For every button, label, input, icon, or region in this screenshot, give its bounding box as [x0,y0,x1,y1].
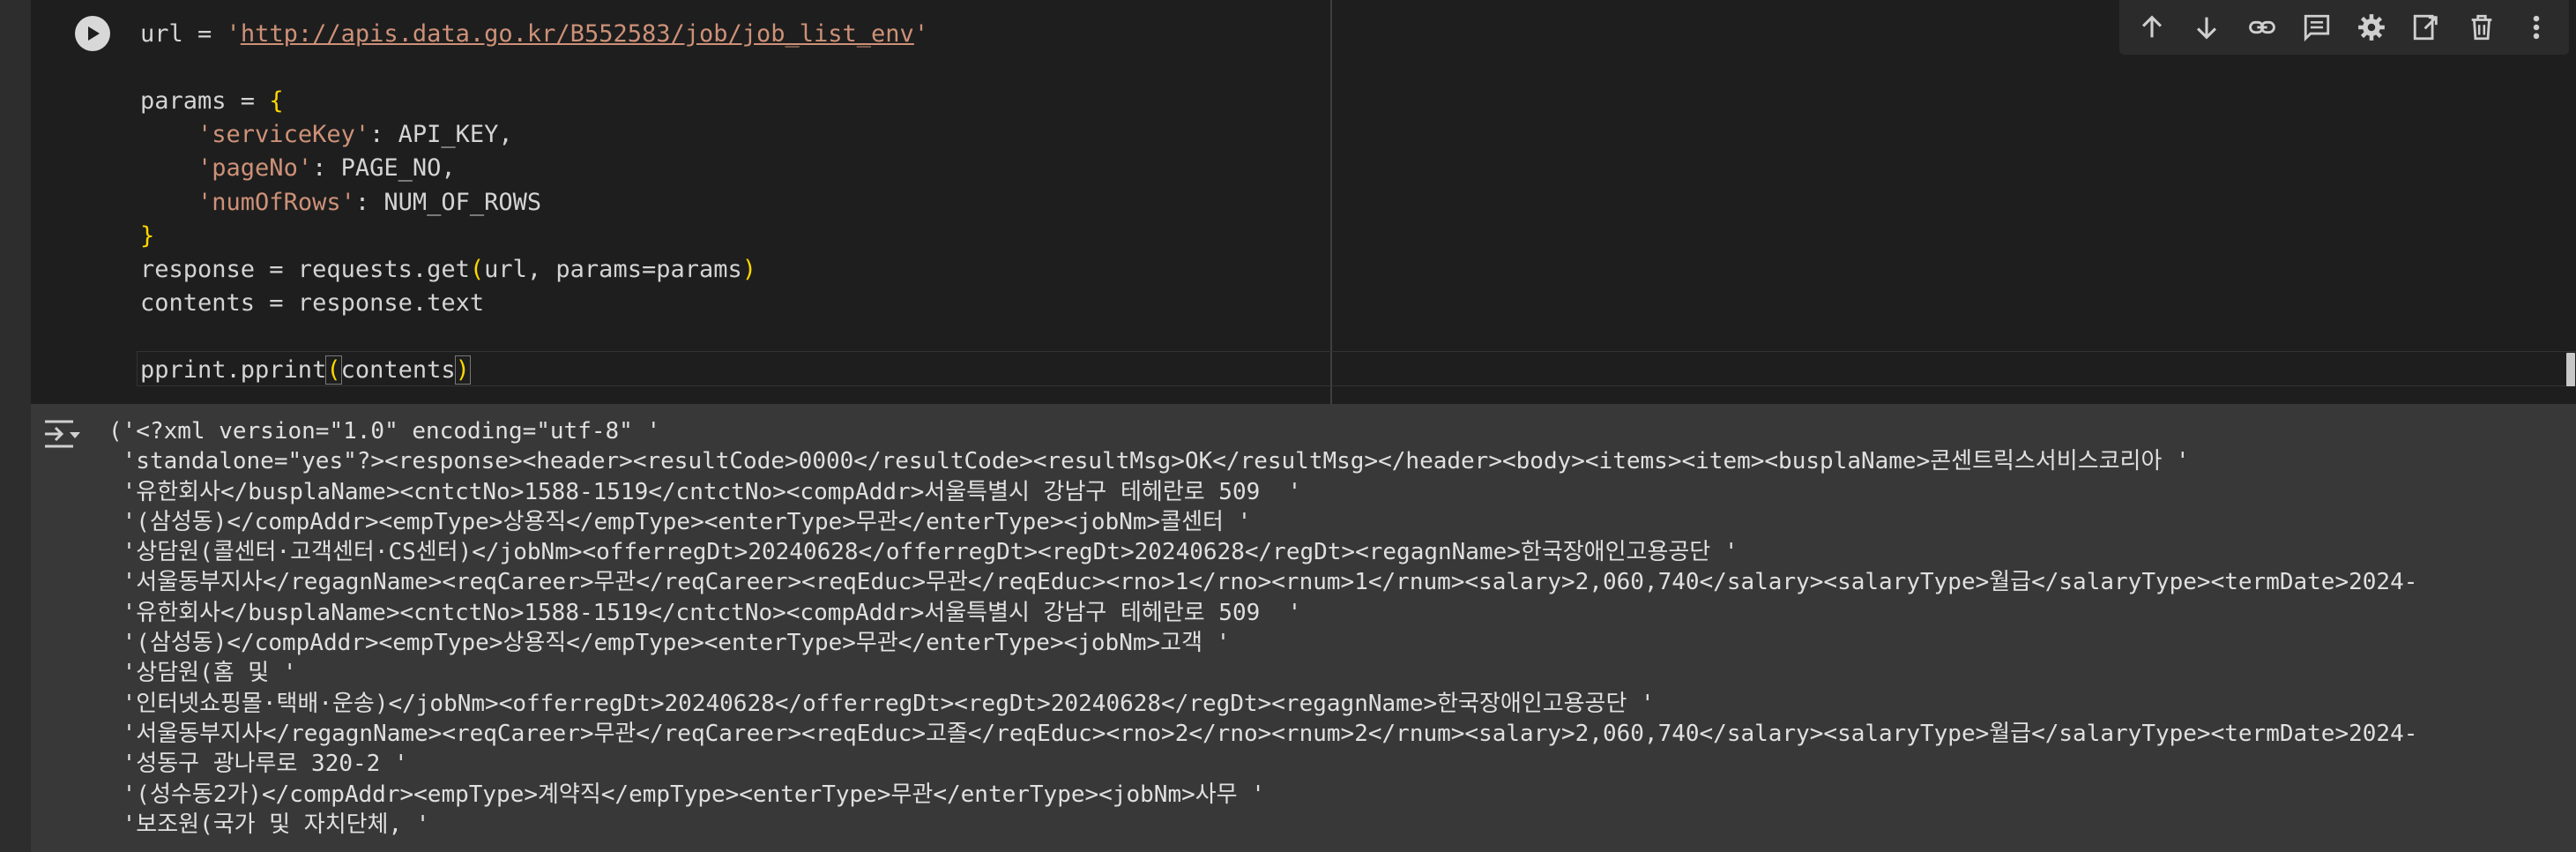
code-token: params = [140,87,270,116]
more-vert-icon [2533,15,2540,40]
code-token: : NUM_OF_ROWS [354,188,542,216]
run-cell-button[interactable] [75,16,110,51]
code-token: ( [469,255,485,283]
code-line-params: params = { [140,85,284,118]
mirror-cell-button[interactable] [2405,6,2447,49]
output-actions-icon [45,420,80,448]
cell-toolbar [2119,0,2569,55]
copy-link-button[interactable] [2241,6,2283,49]
code-line-numofrows: 'numOfRows': NUM_OF_ROWS [140,186,541,220]
move-up-icon [2142,15,2163,38]
output-line: ('<?xml version="1.0" encoding="utf-8" ' [108,418,661,445]
code-token: 'serviceKey' [197,121,370,149]
move-cell-down-button[interactable] [2185,6,2228,49]
code-token: url, params=params [484,255,742,283]
cell-output: ('<?xml version="1.0" encoding="utf-8" '… [31,404,2576,852]
comment-icon [2304,14,2330,42]
code-token: ' [913,20,929,48]
code-token: 'numOfRows' [197,188,355,216]
code-token: 'pageNo' [197,154,313,183]
code-token: ( [325,355,342,385]
move-cell-up-button[interactable] [2131,6,2173,49]
code-token: } [140,221,155,250]
code-line-close-brace: } [140,220,154,253]
output-actions-button[interactable] [43,416,82,452]
current-line-highlight [137,351,2576,386]
code-line-response: response = requests.get(url, params=para… [140,253,756,287]
output-line: '(삼성동)</compAddr><empType>상용직</empType><… [108,508,1252,535]
more-actions-button[interactable] [2515,6,2557,49]
output-line: '유한회사</busplaName><cntctNo>1588-1519</cn… [108,599,1302,626]
code-token: http://apis.data.go.kr/B552583/job/job_l… [240,20,914,48]
output-line: '보조원(국가 및 자치단체, ' [108,811,430,838]
gear-icon [2358,14,2385,41]
add-comment-button[interactable] [2296,6,2338,49]
output-line: '상담원(콜센터·고객센터·CS센터)</jobNm><offerregDt>2… [108,539,1738,566]
output-line: '상담원(홈 및 ' [108,660,297,687]
trash-icon [2471,14,2491,41]
move-down-icon [2197,17,2217,40]
output-line: '인터넷쇼핑몰·택배·운송)</jobNm><offerregDt>202406… [108,690,1655,717]
ruler-line [1330,0,1332,404]
code-token: { [269,87,284,116]
code-token: : API_KEY, [369,121,513,149]
code-token: contents = response.text [140,288,485,317]
output-line: '서울동부지사</regagnName><reqCareer>무관</reqCa… [108,720,2418,747]
code-token: ' [226,20,241,48]
code-token: contents [340,356,456,384]
code-token: : PAGE_NO, [312,154,456,183]
code-token: pprint.pprint [140,356,327,384]
output-line: '(성수동2가)</compAddr><empType>계약직</empType… [108,781,1265,808]
code-line-pprint: pprint.pprint(contents) [140,354,471,387]
delete-cell-button[interactable] [2461,6,2503,49]
output-line: '서울동부지사</regagnName><reqCareer>무관</reqCa… [108,569,2418,596]
editor-scrollbar[interactable] [2566,353,2575,386]
code-line-url: url = 'http://apis.data.go.kr/B552583/jo… [140,18,928,51]
cell-gutter [0,0,31,852]
link-icon [2248,20,2275,34]
code-token: url = [140,20,227,48]
play-icon [88,26,100,41]
notebook-cell: url = 'http://apis.data.go.kr/B552583/jo… [0,0,2576,852]
output-text: ('<?xml version="1.0" encoding="utf-8" '… [108,416,2576,840]
code-line-pageno: 'pageNo': PAGE_NO, [140,152,456,185]
output-line: 'standalone="yes"?><response><header><re… [108,448,2190,475]
output-line: '(삼성동)</compAddr><empType>상용직</empType><… [108,630,1231,657]
code-line-servicekey: 'serviceKey': API_KEY, [140,118,513,152]
code-line-contents: contents = response.text [140,287,484,320]
code-token: ) [741,255,757,283]
mirror-cell-icon [2414,14,2438,41]
code-editor[interactable]: url = 'http://apis.data.go.kr/B552583/jo… [31,0,2576,404]
code-token: ) [454,355,471,385]
cell-settings-button[interactable] [2350,6,2393,49]
code-token: response = requests.get [140,255,470,283]
output-line: '성동구 광나루로 320-2 ' [108,751,408,778]
output-line: '유한회사</busplaName><cntctNo>1588-1519</cn… [108,478,1302,505]
